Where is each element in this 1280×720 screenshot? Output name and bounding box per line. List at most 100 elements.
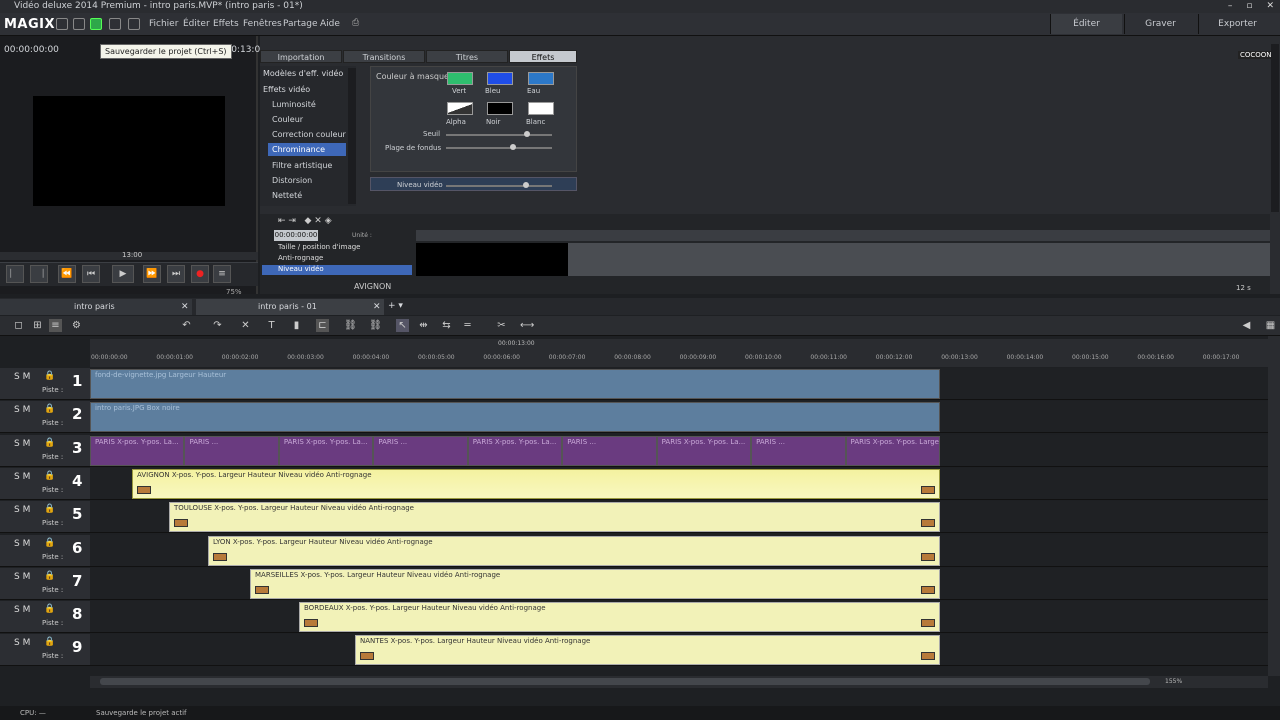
lock-icon[interactable]: 🔒 (44, 471, 55, 481)
timeline-clip[interactable]: TOULOUSE X-pos. Y-pos. Largeur Hauteur N… (169, 502, 940, 533)
rewind-button[interactable]: ⏪ (58, 265, 76, 283)
tab-importation[interactable]: Importation (260, 50, 342, 63)
close-tab-icon[interactable]: ✕ (181, 302, 189, 312)
menu-editer[interactable]: Éditer (183, 19, 210, 29)
tab-transitions[interactable]: Transitions (343, 50, 425, 63)
keyframe-timecode[interactable]: 00:00:00:00 (274, 230, 318, 241)
track-header[interactable]: S M 🔒 Piste : 4 (0, 467, 90, 500)
view-single-icon[interactable]: ◻ (12, 319, 25, 332)
effect-item[interactable]: Luminosité (272, 98, 347, 111)
redo-icon[interactable]: ↷ (211, 319, 224, 332)
to-end-button[interactable]: ⏭ (167, 265, 185, 283)
mode-graver-button[interactable]: Graver (1124, 14, 1196, 34)
horizontal-scroll-thumb[interactable] (100, 678, 1150, 685)
track-header[interactable]: S M 🔒 Piste : 9 (0, 634, 90, 667)
track-header[interactable]: S M 🔒 Piste : 6 (0, 534, 90, 567)
link-icon[interactable]: ⛓ (344, 319, 357, 332)
unlink-icon[interactable]: ⛓ (369, 319, 382, 332)
settings-icon[interactable] (109, 18, 121, 30)
swatch-blanc[interactable] (528, 102, 554, 115)
next-marker-button[interactable]: ⎹ (30, 265, 48, 283)
solo-mute-buttons[interactable]: S M (14, 572, 30, 582)
solo-mute-buttons[interactable]: S M (14, 605, 30, 615)
timeline-clip[interactable]: PARIS ... (751, 435, 846, 466)
delete-icon[interactable]: ✕ (239, 319, 252, 332)
effect-item[interactable]: Correction couleur (272, 128, 347, 141)
trim-icon[interactable]: ⇆ (440, 319, 453, 332)
track-header[interactable]: S M 🔒 Piste : 3 (0, 434, 90, 467)
effect-item[interactable]: Netteté (272, 189, 347, 202)
help-icon[interactable] (128, 18, 140, 30)
open-folder-icon[interactable] (73, 18, 85, 30)
swatch-alpha[interactable] (447, 102, 473, 115)
close-tab-icon[interactable]: ✕ (373, 302, 381, 312)
mixer-icon[interactable]: ▦ (1264, 319, 1277, 332)
menu-aide[interactable]: Aide (320, 19, 340, 29)
new-project-icon[interactable] (56, 18, 68, 30)
tab-intro-paris[interactable]: intro paris (0, 299, 192, 315)
solo-mute-buttons[interactable]: S M (14, 439, 30, 449)
timeline-clip[interactable]: MARSEILLES X-pos. Y-pos. Largeur Hauteur… (250, 568, 940, 599)
view-timeline-icon[interactable]: ≡ (49, 319, 62, 332)
seuil-slider[interactable] (446, 134, 552, 136)
effect-item[interactable]: Filtre artistique (272, 159, 347, 172)
menu-partage[interactable]: Partage (283, 19, 318, 29)
timeline-clip[interactable]: PARIS X-pos. Y-pos. La... (656, 435, 752, 466)
play-button[interactable]: ▶ (112, 265, 134, 283)
tab-effets[interactable]: Effets (509, 50, 577, 63)
lock-icon[interactable]: 🔒 (44, 404, 55, 414)
timeline-clip[interactable]: fond-de-vignette.jpg Largeur Hauteur (90, 369, 940, 399)
undo-icon[interactable]: ↶ (180, 319, 193, 332)
to-start-button[interactable]: ⏮ (82, 265, 100, 283)
effect-item[interactable]: Distorsion (272, 174, 347, 187)
menu-effets[interactable]: Effets (213, 19, 239, 29)
solo-mute-buttons[interactable]: S M (14, 505, 30, 515)
timeline-clip[interactable]: PARIS ... (184, 435, 279, 466)
swatch-noir[interactable] (487, 102, 513, 115)
menu-fichier[interactable]: Fichier (149, 19, 178, 29)
view-storyboard-icon[interactable]: ⊞ (31, 319, 44, 332)
record-button[interactable]: ● (191, 265, 209, 283)
solo-mute-buttons[interactable]: S M (14, 405, 30, 415)
minimize-icon[interactable]: – (1228, 0, 1233, 13)
cut-icon[interactable]: ✂ (495, 319, 508, 332)
view-mixer-icon[interactable]: ⚙ (70, 319, 83, 332)
solo-mute-buttons[interactable]: S M (14, 372, 30, 382)
group-icon[interactable]: ⊏ (316, 319, 329, 332)
lock-icon[interactable]: 🔒 (44, 504, 55, 514)
add-tab-icon[interactable]: + ▾ (388, 301, 403, 311)
prev-marker-button[interactable]: ⎸ (6, 265, 24, 283)
swatch-bleu[interactable] (487, 72, 513, 85)
keyframe-ruler[interactable] (416, 230, 1270, 241)
lock-icon[interactable]: 🔒 (44, 438, 55, 448)
lock-icon[interactable]: 🔒 (44, 571, 55, 581)
text-icon[interactable]: T (265, 319, 278, 332)
effects-list-scrollbar[interactable] (348, 68, 356, 204)
timeline-clip[interactable]: PARIS X-pos. Y-pos. La... (467, 435, 563, 466)
niveau-slider[interactable] (446, 185, 552, 187)
timeline-clip[interactable]: PARIS ... (373, 435, 468, 466)
effect-item-selected[interactable]: Chrominance (268, 143, 346, 156)
lock-icon[interactable]: 🔒 (44, 637, 55, 647)
lock-icon[interactable]: 🔒 (44, 538, 55, 548)
swatch-eau[interactable] (528, 72, 554, 85)
solo-mute-buttons[interactable]: S M (14, 472, 30, 482)
track-header[interactable]: S M 🔒 Piste : 1 (0, 368, 90, 400)
save-icon[interactable] (90, 18, 102, 30)
effects-scrollbar[interactable] (1271, 44, 1279, 212)
maximize-icon[interactable]: ▫ (1246, 0, 1252, 13)
timeline-clip[interactable]: BORDEAUX X-pos. Y-pos. Largeur Hauteur N… (299, 602, 940, 633)
kf-row-selected[interactable]: Niveau vidéo (262, 265, 412, 275)
fit-icon[interactable]: ⟷ (520, 319, 534, 332)
timeline-clip[interactable]: NANTES X-pos. Y-pos. Largeur Hauteur Niv… (355, 635, 940, 666)
plage-knob[interactable] (510, 144, 516, 150)
lock-icon[interactable]: 🔒 (44, 371, 55, 381)
keyframe-nav-icon[interactable]: ⇤ ⇥ ◆ ✕ ◈ (278, 216, 332, 226)
info-icon[interactable]: ⎙ (352, 18, 364, 30)
close-icon[interactable]: ✕ (1266, 0, 1274, 13)
speaker-icon[interactable]: ◀ (1240, 319, 1253, 332)
mode-editer-button[interactable]: Éditer (1050, 14, 1122, 34)
kf-row[interactable]: Taille / position d'image (262, 243, 412, 253)
timeline-clip[interactable]: PARIS ... (562, 435, 657, 466)
forward-button[interactable]: ⏩ (143, 265, 161, 283)
